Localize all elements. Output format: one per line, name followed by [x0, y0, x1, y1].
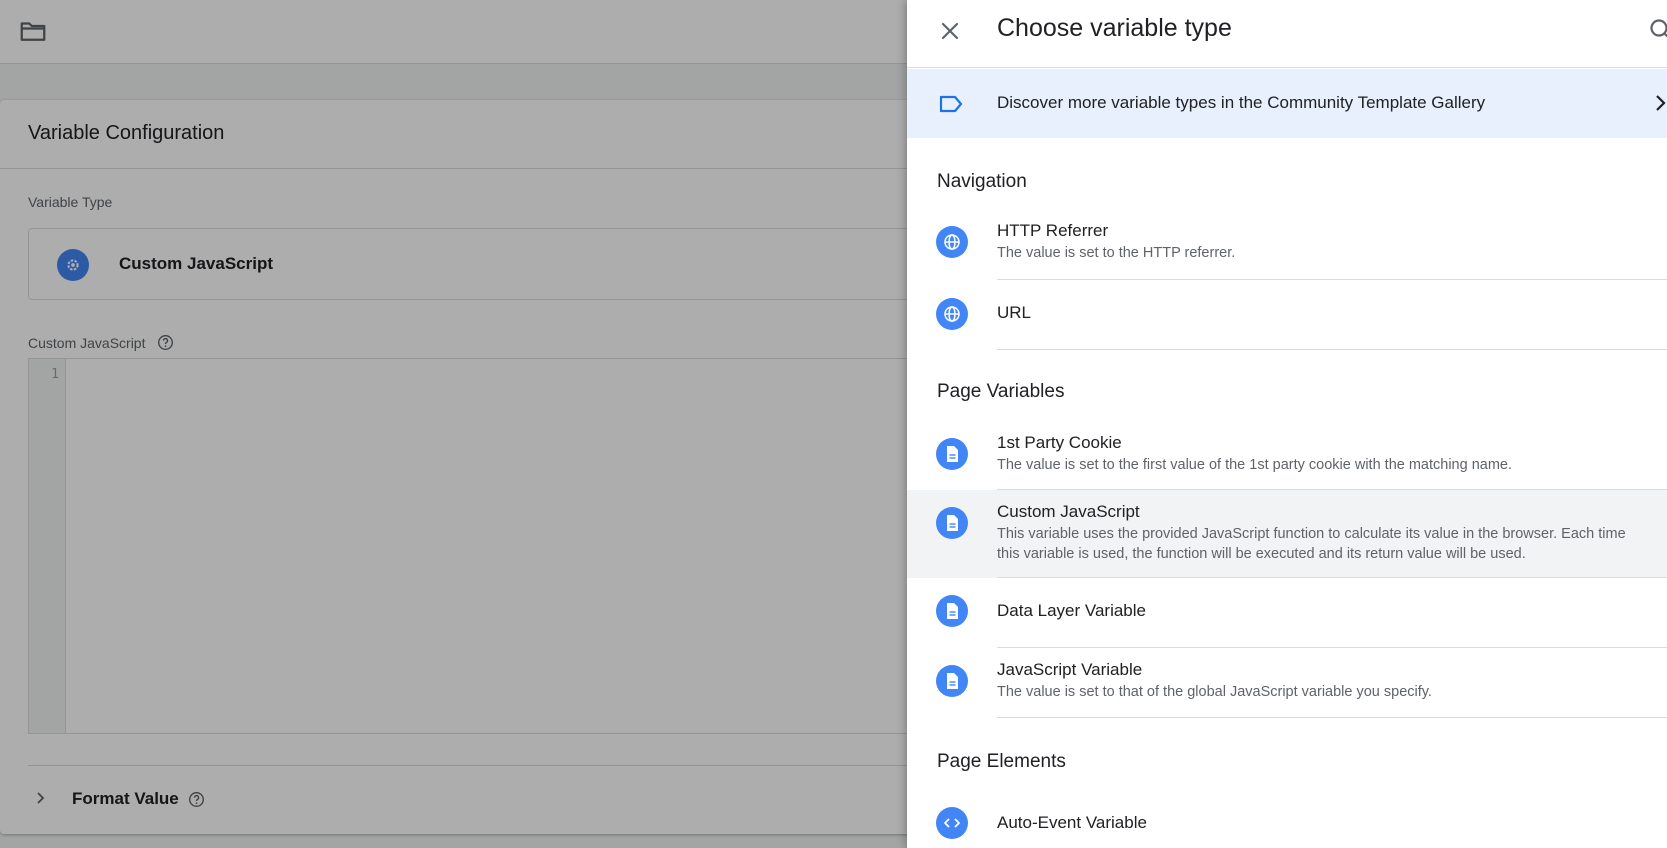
search-icon[interactable] [1647, 16, 1667, 44]
divider [997, 349, 1667, 350]
variable-type-data-layer-variable[interactable]: Data Layer Variable [907, 578, 1667, 648]
document-icon [936, 507, 968, 539]
item-description: This variable uses the provided JavaScri… [997, 526, 1626, 562]
drawer-title: Choose variable type [997, 14, 1232, 42]
document-icon [936, 595, 968, 627]
section-title-navigation: Navigation [937, 171, 1027, 192]
discover-text: Discover more variable types in the Comm… [997, 93, 1486, 112]
item-description: The value is set to that of the global J… [997, 684, 1432, 700]
variable-type-custom-javascript[interactable]: Custom JavaScript This variable uses the… [907, 490, 1667, 578]
variable-type-url[interactable]: URL [907, 280, 1667, 350]
document-icon [936, 438, 968, 470]
item-name: HTTP Referrer [997, 221, 1109, 240]
section-title-page-variables: Page Variables [937, 381, 1065, 402]
globe-icon [936, 298, 968, 330]
divider [997, 717, 1667, 718]
item-name: Auto-Event Variable [997, 813, 1147, 832]
drawer-header: Choose variable type [907, 0, 1667, 68]
community-template-gallery-link[interactable]: Discover more variable types in the Comm… [907, 69, 1667, 138]
label-tag-icon [939, 95, 963, 113]
item-description: The value is set to the first value of t… [997, 457, 1513, 473]
item-name: Data Layer Variable [997, 601, 1146, 620]
item-name: Custom JavaScript [997, 502, 1140, 521]
item-description: The value is set to the HTTP referrer. [997, 245, 1236, 261]
item-name: 1st Party Cookie [997, 433, 1122, 452]
variable-type-javascript-variable[interactable]: JavaScript Variable The value is set to … [907, 648, 1667, 718]
chevron-right-icon [1656, 95, 1666, 111]
item-name: URL [997, 303, 1032, 322]
section-title-page-elements: Page Elements [937, 751, 1066, 772]
code-icon [936, 807, 968, 839]
close-icon[interactable] [936, 17, 964, 45]
choose-variable-type-drawer: Choose variable type Discover more varia… [907, 0, 1667, 848]
globe-icon [936, 226, 968, 258]
document-icon [936, 665, 968, 697]
variable-type-http-referrer[interactable]: HTTP Referrer The value is set to the HT… [907, 210, 1667, 280]
item-name: JavaScript Variable [997, 660, 1143, 679]
variable-type-1st-party-cookie[interactable]: 1st Party Cookie The value is set to the… [907, 421, 1667, 491]
variable-type-auto-event-variable[interactable]: Auto-Event Variable [907, 798, 1667, 848]
